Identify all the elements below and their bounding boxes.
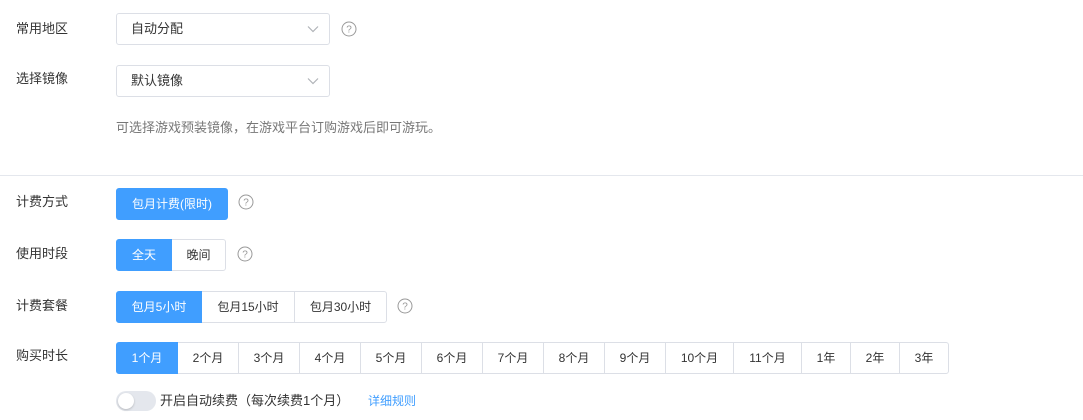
package-option[interactable]: 包月15小时 <box>201 291 295 323</box>
billing-label: 计费方式 <box>16 194 69 209</box>
duration-option[interactable]: 5个月 <box>360 342 422 374</box>
billing-options: 包月计费(限时) <box>116 188 228 220</box>
svg-text:?: ? <box>346 25 352 36</box>
duration-option[interactable]: 10个月 <box>665 342 734 374</box>
billing-option[interactable]: 包月计费(限时) <box>116 188 228 220</box>
image-hint: 可选择游戏预装镜像，在游戏平台订购游戏后即可游玩。 <box>116 120 442 135</box>
image-select[interactable]: 默认镜像 <box>116 65 330 97</box>
region-select[interactable]: 自动分配 <box>116 13 330 45</box>
rules-link[interactable]: 详细规则 <box>368 392 416 410</box>
toggle-knob <box>118 393 134 409</box>
region-label: 常用地区 <box>16 21 69 36</box>
duration-option[interactable]: 3个月 <box>238 342 300 374</box>
duration-option[interactable]: 3年 <box>899 342 949 374</box>
duration-label: 购买时长 <box>16 348 69 363</box>
duration-option[interactable]: 2个月 <box>177 342 239 374</box>
package-option[interactable]: 包月30小时 <box>294 291 387 323</box>
duration-option[interactable]: 6个月 <box>421 342 483 374</box>
region-select-value: 自动分配 <box>131 21 184 36</box>
image-label: 选择镜像 <box>16 71 69 86</box>
section-divider <box>0 175 1083 176</box>
duration-option[interactable]: 1个月 <box>116 342 178 374</box>
period-label: 使用时段 <box>16 246 69 261</box>
svg-text:?: ? <box>242 250 248 261</box>
duration-option[interactable]: 2年 <box>850 342 900 374</box>
package-options: 包月5小时 包月15小时 包月30小时 <box>116 291 387 323</box>
svg-text:?: ? <box>402 302 408 313</box>
period-options: 全天 晚间 <box>116 239 226 271</box>
duration-option[interactable]: 8个月 <box>543 342 605 374</box>
duration-options: 1个月 2个月 3个月 4个月 5个月 6个月 7个月 8个月 9个月 10个月… <box>116 342 949 374</box>
help-icon[interactable]: ? <box>397 298 413 314</box>
help-icon[interactable]: ? <box>341 21 357 37</box>
help-icon[interactable]: ? <box>238 194 254 210</box>
chevron-down-icon <box>307 78 319 85</box>
package-option[interactable]: 包月5小时 <box>116 291 202 323</box>
duration-option[interactable]: 4个月 <box>299 342 361 374</box>
image-select-value: 默认镜像 <box>131 73 184 88</box>
duration-option[interactable]: 7个月 <box>482 342 544 374</box>
auto-renew-label: 开启自动续费（每次续费1个月） <box>160 393 350 408</box>
duration-option[interactable]: 11个月 <box>733 342 802 374</box>
auto-renew-toggle[interactable] <box>116 391 156 411</box>
help-icon[interactable]: ? <box>237 246 253 262</box>
duration-option[interactable]: 9个月 <box>604 342 666 374</box>
svg-text:?: ? <box>243 198 249 209</box>
duration-option[interactable]: 1年 <box>801 342 851 374</box>
chevron-down-icon <box>307 26 319 33</box>
period-option[interactable]: 全天 <box>116 239 172 271</box>
package-label: 计费套餐 <box>16 298 69 313</box>
period-option[interactable]: 晚间 <box>171 239 226 271</box>
